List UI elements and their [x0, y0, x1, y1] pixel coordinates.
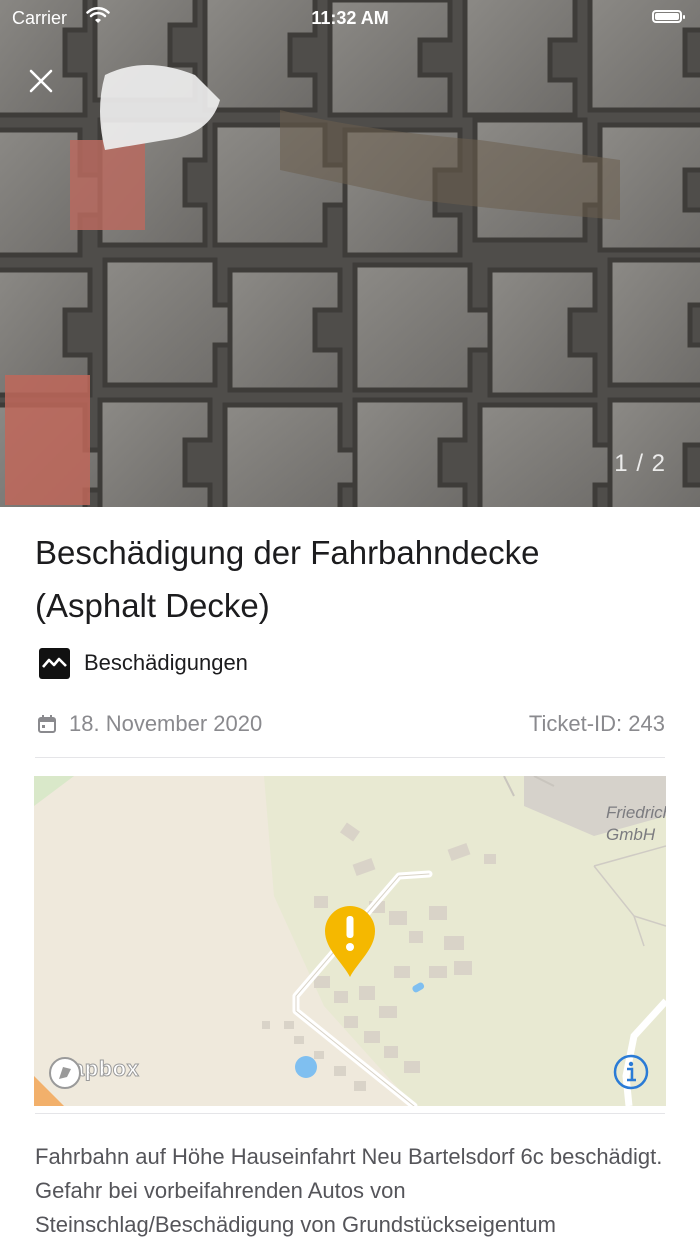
location-map[interactable]: Friedrich GmbH mapbox — [34, 776, 666, 1106]
calendar-icon — [38, 715, 56, 733]
poi-label: Friedrich GmbH — [606, 802, 666, 846]
report-description: Fahrbahn auf Höhe Hauseinfahrt Neu Barte… — [35, 1144, 663, 1237]
divider — [35, 1113, 665, 1114]
info-icon — [613, 1054, 649, 1090]
meta-row: 18. November 2020 Ticket-ID: 243 — [35, 705, 665, 745]
category-row: Beschädigungen — [39, 645, 248, 681]
poi-label-line1: Friedrich — [606, 803, 666, 822]
photo-counter: 1 / 2 — [614, 450, 666, 477]
report-photo[interactable]: Carrier 11:32 AM 1 / 2 — [0, 0, 700, 507]
divider — [35, 757, 665, 758]
mapbox-icon — [49, 1057, 81, 1089]
ticket-id: Ticket-ID: 243 — [528, 711, 665, 736]
close-icon — [29, 69, 53, 93]
battery-icon — [652, 10, 685, 23]
poi-label-line2: GmbH — [606, 825, 656, 844]
report-title: Beschädigung der Fahrbahndecke (Asphalt … — [35, 534, 540, 624]
status-bar: Carrier 11:32 AM — [0, 0, 700, 36]
report-date: 18. November 2020 — [69, 711, 263, 736]
category-label: Beschädigungen — [84, 650, 248, 675]
paving-stones-photo — [0, 0, 700, 507]
close-button[interactable] — [20, 60, 62, 102]
damage-icon — [39, 647, 70, 679]
clock: 11:32 AM — [311, 8, 389, 28]
map-info-button[interactable] — [613, 1054, 649, 1090]
mapbox-logo[interactable]: mapbox — [48, 1056, 139, 1089]
